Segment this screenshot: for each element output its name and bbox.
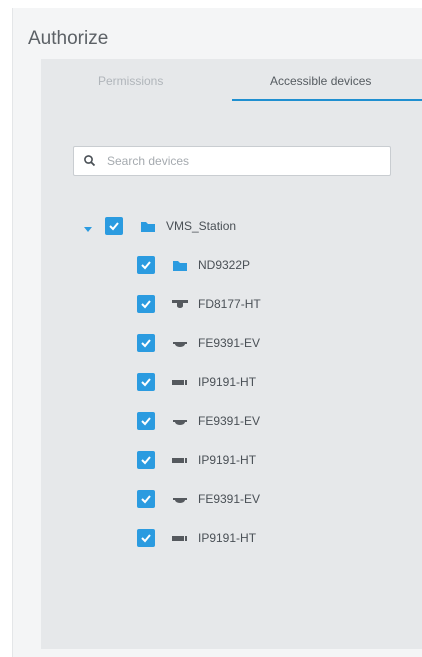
- checkbox-device[interactable]: [137, 529, 155, 547]
- folder-icon: [139, 219, 157, 233]
- tab-bar: Permissions Accessible devices: [41, 59, 422, 101]
- bullet-camera-icon: [171, 453, 189, 467]
- active-tab-indicator: [232, 99, 422, 101]
- bullet-camera-icon: [171, 531, 189, 545]
- fisheye-camera-icon: [171, 336, 189, 350]
- search-input[interactable]: [107, 154, 377, 168]
- fisheye-camera-icon: [171, 414, 189, 428]
- fisheye-camera-icon: [171, 492, 189, 506]
- page-title: Authorize: [28, 28, 109, 49]
- authorize-content: Permissions Accessible devices VMS_Stati…: [41, 59, 422, 649]
- checkbox-device[interactable]: [137, 334, 155, 352]
- tree-row-device[interactable]: IP9191-HT: [137, 450, 256, 470]
- tree-label-device: IP9191-HT: [198, 453, 257, 467]
- search-box[interactable]: [73, 146, 391, 176]
- tree-row-device[interactable]: IP9191-HT: [137, 372, 256, 392]
- search-icon: [83, 154, 97, 168]
- tree-label-device: ND9322P: [198, 258, 251, 272]
- tree-row-device[interactable]: ND9322P: [137, 255, 250, 275]
- tree-label-device: FE9391-EV: [198, 492, 261, 506]
- tree-label-device: FE9391-EV: [198, 336, 261, 350]
- tree-row-device[interactable]: FD8177-HT: [137, 294, 261, 314]
- tab-accessible-devices[interactable]: Accessible devices: [270, 74, 371, 88]
- checkbox-device[interactable]: [137, 490, 155, 508]
- checkbox-vms-station[interactable]: [105, 217, 123, 235]
- fixed-dome-camera-icon: [171, 297, 189, 311]
- checkbox-device[interactable]: [137, 412, 155, 430]
- tab-permissions[interactable]: Permissions: [98, 74, 163, 88]
- tree-label-device: FD8177-HT: [198, 297, 261, 311]
- checkbox-device[interactable]: [137, 451, 155, 469]
- checkbox-device[interactable]: [137, 373, 155, 391]
- tree-row-device[interactable]: FE9391-EV: [137, 411, 260, 431]
- tree-row-device[interactable]: FE9391-EV: [137, 489, 260, 509]
- checkbox-device[interactable]: [137, 295, 155, 313]
- tree-label-device: FE9391-EV: [198, 414, 261, 428]
- folder-icon: [171, 258, 189, 272]
- tree-label-device: IP9191-HT: [198, 531, 257, 545]
- tree-row-device[interactable]: IP9191-HT: [137, 528, 256, 548]
- tree-row-root[interactable]: VMS_Station: [83, 216, 236, 236]
- checkbox-device[interactable]: [137, 256, 155, 274]
- bullet-camera-icon: [171, 375, 189, 389]
- tree-row-device[interactable]: FE9391-EV: [137, 333, 260, 353]
- expand-caret-icon[interactable]: [83, 221, 93, 232]
- tree-label-device: IP9191-HT: [198, 375, 257, 389]
- tree-label-root: VMS_Station: [166, 219, 237, 233]
